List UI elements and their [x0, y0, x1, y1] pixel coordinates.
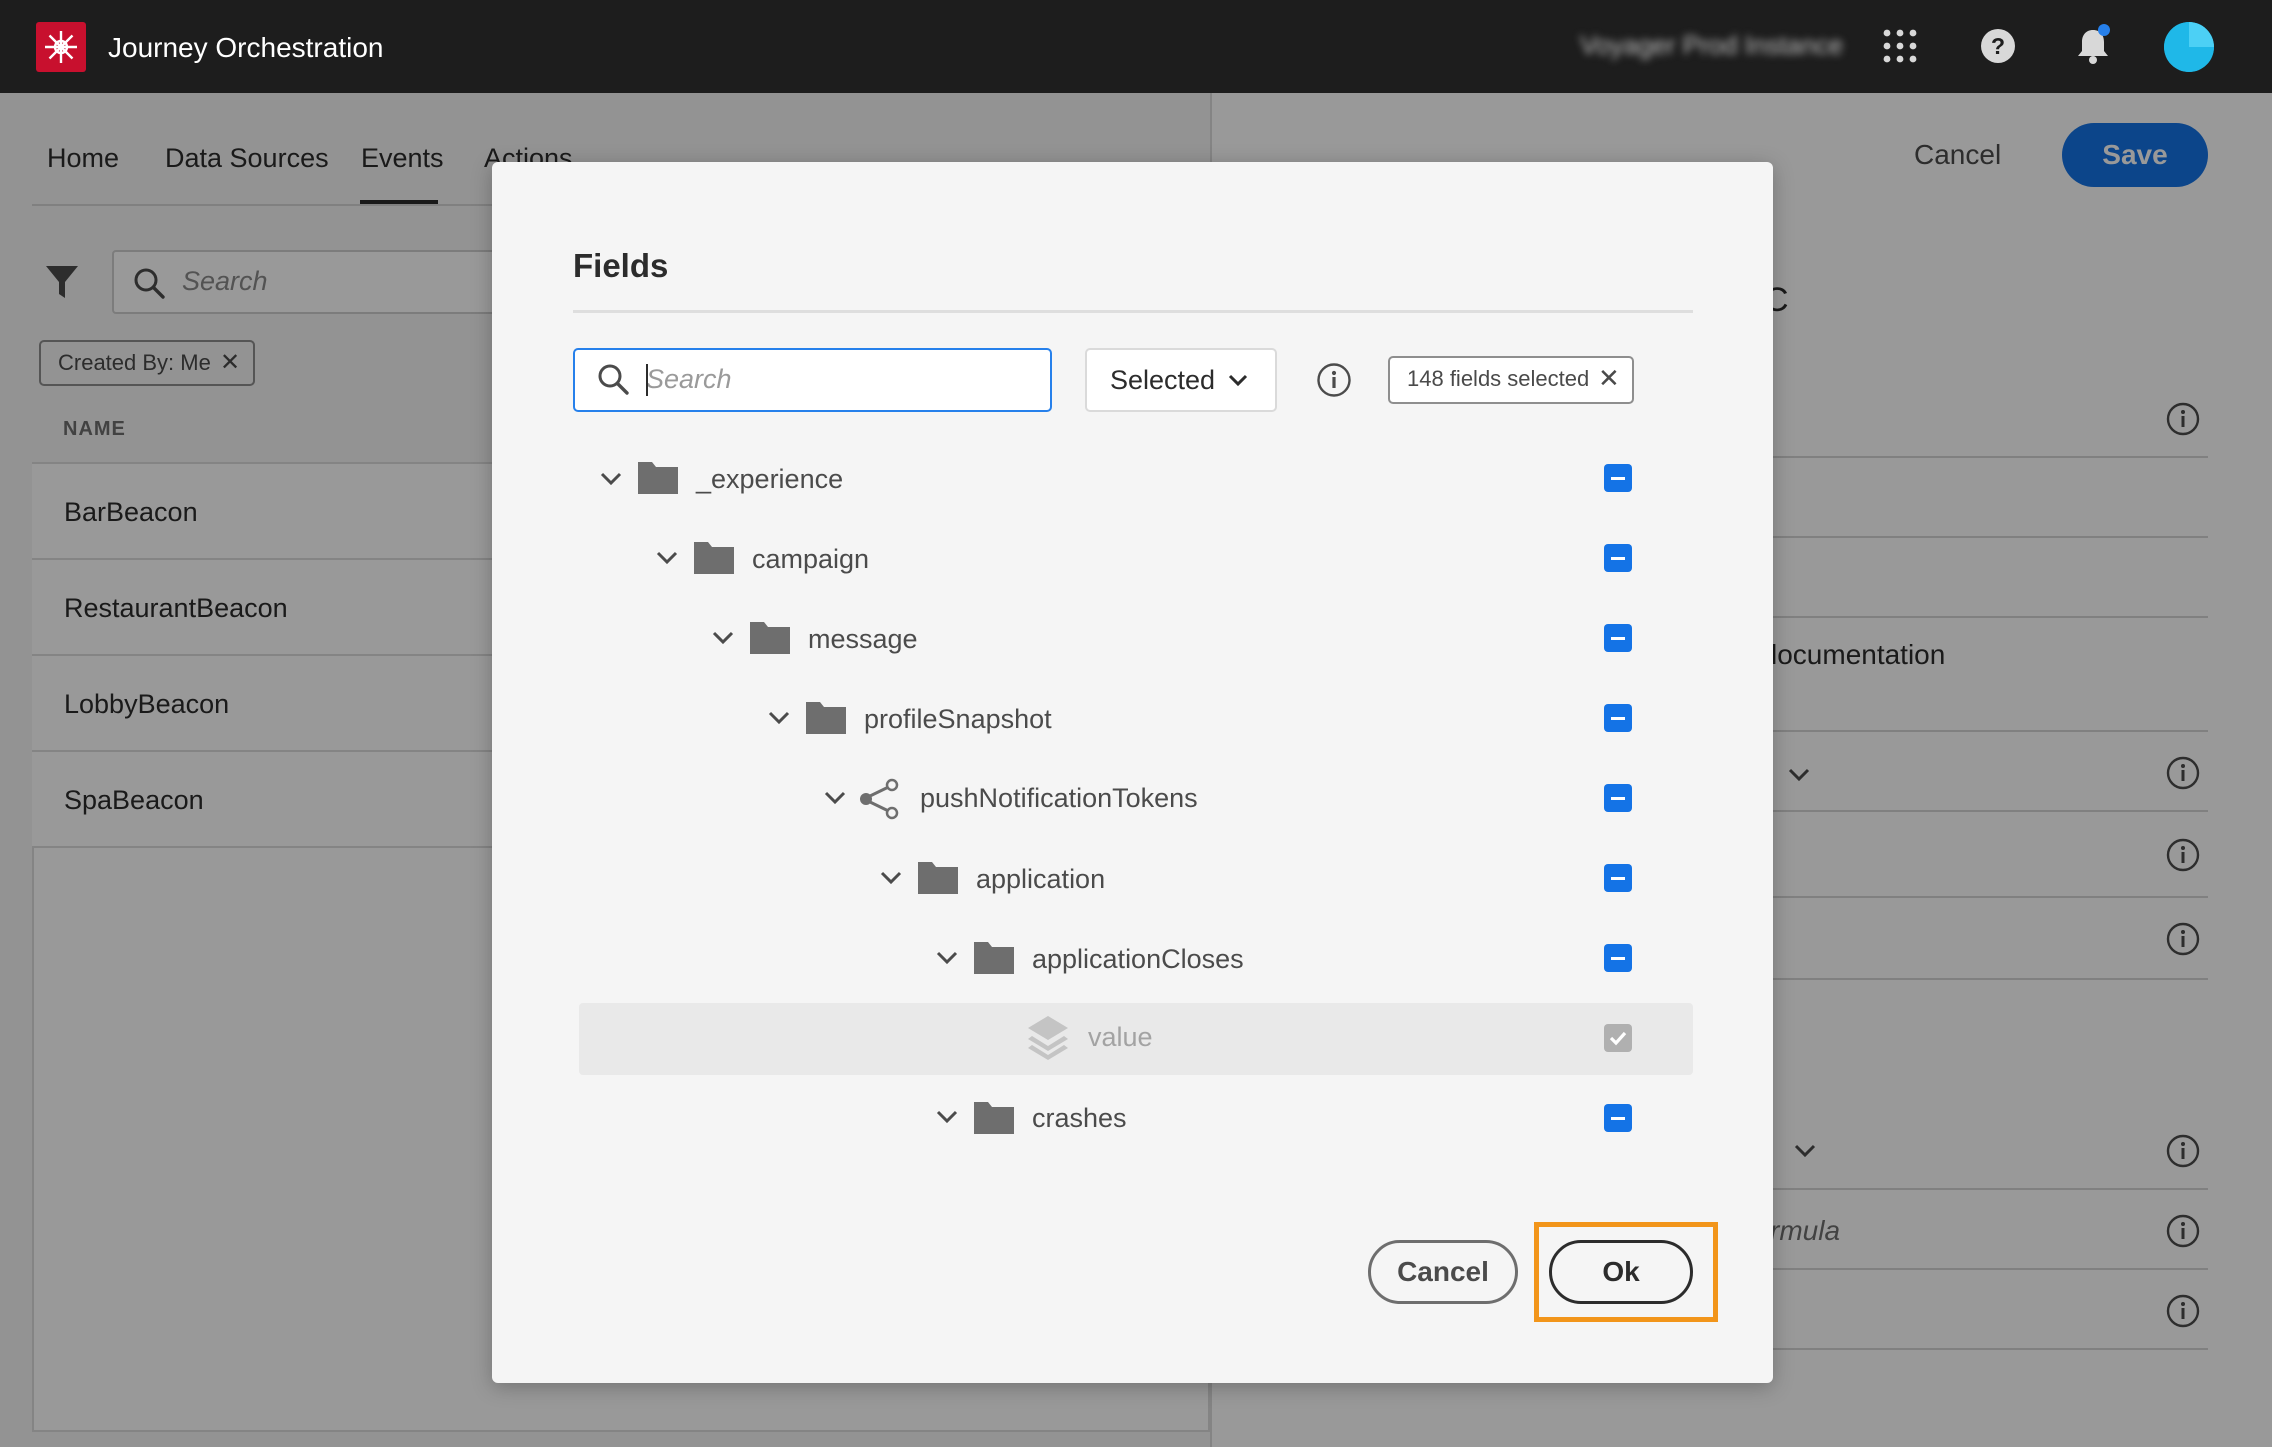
tree-checkbox-partial[interactable]	[1604, 624, 1632, 652]
info-icon[interactable]	[1316, 362, 1352, 398]
dialog-ok-button[interactable]: Ok	[1549, 1240, 1693, 1304]
notification-bell-icon[interactable]	[2073, 24, 2113, 66]
tree-checkbox-partial[interactable]	[1604, 864, 1632, 892]
help-icon[interactable]: ?	[1980, 28, 2016, 64]
selection-filter-value: Selected	[1110, 365, 1216, 395]
tree-checkbox-partial[interactable]	[1604, 704, 1632, 732]
folder-icon	[972, 1098, 1016, 1136]
folder-icon	[748, 618, 792, 656]
app-title: Journey Orchestration	[108, 32, 384, 63]
search-icon	[596, 362, 630, 396]
chevron-down-icon[interactable]	[598, 466, 624, 492]
tree-item-label[interactable]: crashes	[1032, 1100, 1127, 1136]
folder-icon	[636, 458, 680, 496]
clear-selection-icon[interactable]: ✕	[1598, 362, 1620, 394]
selected-count-label: 148 fields selected	[1407, 366, 1590, 391]
chevron-down-icon[interactable]	[822, 785, 848, 811]
tree-item-label[interactable]: message	[808, 621, 918, 657]
chevron-down-icon	[1226, 368, 1250, 392]
dialog-cancel-button[interactable]: Cancel	[1368, 1240, 1518, 1304]
text-cursor	[646, 364, 648, 396]
folder-icon	[692, 538, 736, 576]
tree-item-label[interactable]: _experience	[696, 461, 843, 497]
tree-item-label[interactable]: profileSnapshot	[864, 701, 1052, 737]
dialog-title: Fields	[573, 247, 669, 284]
tree-checkbox-checked-disabled	[1604, 1024, 1632, 1052]
adobe-logo-icon[interactable]	[36, 22, 86, 72]
array-share-icon	[858, 778, 902, 820]
tree-checkbox-partial[interactable]	[1604, 1104, 1632, 1132]
chevron-down-icon[interactable]	[934, 945, 960, 971]
chevron-down-icon[interactable]	[710, 625, 736, 651]
tree-checkbox-partial[interactable]	[1604, 944, 1632, 972]
chevron-down-icon[interactable]	[878, 865, 904, 891]
chevron-down-icon[interactable]	[654, 545, 680, 571]
dialog-title-divider	[573, 310, 1693, 313]
svg-text:?: ?	[1991, 33, 2005, 59]
user-avatar[interactable]	[2164, 22, 2214, 72]
tree-item-label[interactable]: pushNotificationTokens	[920, 780, 1198, 816]
tree-item-label[interactable]: applicationCloses	[1032, 941, 1244, 977]
folder-icon	[916, 858, 960, 896]
tree-item-label[interactable]: campaign	[752, 541, 869, 577]
app-grid-icon[interactable]	[1882, 28, 1918, 64]
fields-dialog	[492, 162, 1773, 1383]
tree-item-label[interactable]: application	[976, 861, 1105, 897]
chevron-down-icon[interactable]	[766, 705, 792, 731]
instance-switcher[interactable]: Voyager Prod Instance	[1580, 30, 1843, 61]
folder-icon	[972, 938, 1016, 976]
tree-checkbox-partial[interactable]	[1604, 464, 1632, 492]
folder-icon	[804, 698, 848, 736]
tree-item-label: value	[1088, 1022, 1153, 1052]
field-search-placeholder: Search	[646, 364, 732, 394]
chevron-down-icon[interactable]	[934, 1104, 960, 1130]
tree-checkbox-partial[interactable]	[1604, 784, 1632, 812]
field-search-input[interactable]	[573, 348, 1052, 412]
tree-checkbox-partial[interactable]	[1604, 544, 1632, 572]
field-layers-icon	[1026, 1014, 1070, 1060]
